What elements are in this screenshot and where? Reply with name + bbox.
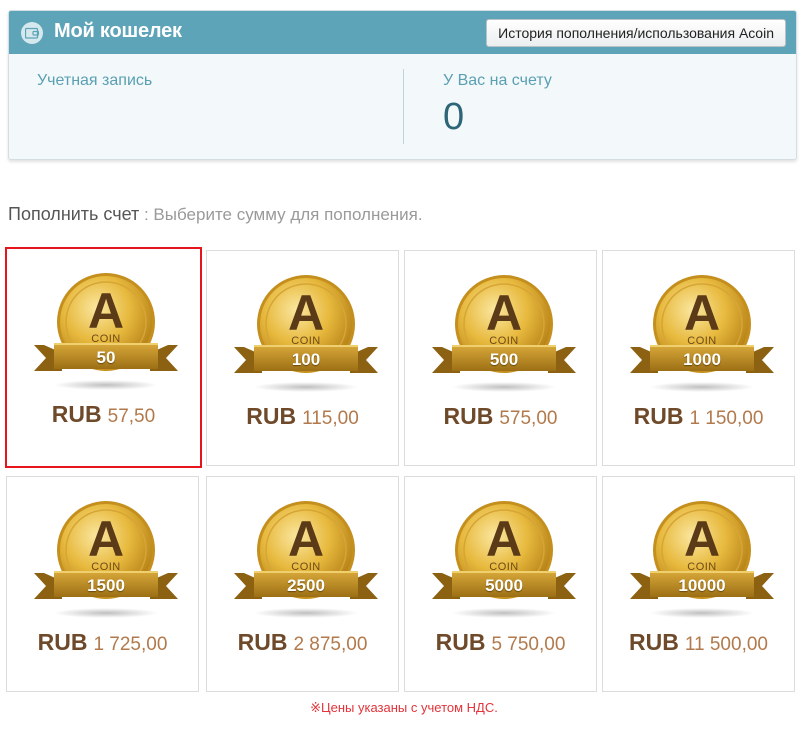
wallet-icon [21, 22, 43, 44]
coin-amount: 500 [489, 350, 519, 369]
history-button[interactable]: История пополнения/использования Acoin [486, 19, 786, 47]
coin-letter: A [287, 285, 325, 341]
package-price: RUB 57,50 [7, 401, 200, 428]
price-currency: RUB [435, 629, 486, 655]
coin-package-card[interactable]: A COIN 10000 RUB 11 500,00 [602, 476, 795, 692]
wallet-header: Мой кошелек История пополнения/использов… [9, 11, 796, 54]
coin-letter: A [87, 511, 125, 567]
balance-value: 0 [443, 96, 465, 138]
price-value: 575,00 [499, 408, 558, 429]
package-price: RUB 11 500,00 [603, 629, 794, 656]
coin-amount: 50 [96, 348, 116, 367]
coin-package-card[interactable]: A COIN 1500 RUB 1 725,00 [6, 476, 199, 692]
price-currency: RUB [51, 401, 102, 427]
wallet-panel: Мой кошелек История пополнения/использов… [8, 10, 797, 160]
coin-amount: 5000 [485, 576, 523, 595]
package-price: RUB 1 150,00 [603, 403, 794, 430]
price-value: 11 500,00 [684, 634, 768, 655]
coin-letter: A [287, 511, 325, 567]
coin-letter: A [87, 283, 125, 339]
coin-word: COIN [489, 561, 519, 573]
price-value: 1 150,00 [689, 408, 764, 429]
topup-hint: : Выберите сумму для пополнения. [139, 205, 423, 224]
coin-package-card[interactable]: A COIN 1000 RUB 1 150,00 [602, 250, 795, 466]
coin-letter: A [683, 511, 721, 567]
coin-package-card[interactable]: A COIN 500 RUB 575,00 [404, 250, 597, 466]
divider [403, 69, 404, 144]
acoin-icon: A COIN 1000 [630, 274, 774, 394]
coin-amount: 100 [291, 350, 321, 369]
price-currency: RUB [37, 629, 88, 655]
coin-package-card[interactable]: A COIN 50 RUB 57,50 [5, 247, 202, 468]
price-value: 1 725,00 [93, 634, 168, 655]
package-price: RUB 5 750,00 [405, 629, 596, 656]
acoin-icon: A COIN 5000 [432, 500, 576, 620]
coin-amount: 1000 [683, 350, 721, 369]
coin-word: COIN [91, 561, 121, 573]
topup-title: Пополнить счет [8, 204, 140, 224]
topup-heading: Пополнить счет : Выберите сумму для попо… [8, 204, 423, 225]
account-label: Учетная запись [37, 72, 153, 89]
coin-package-card[interactable]: A COIN 2500 RUB 2 875,00 [206, 476, 399, 692]
wallet-body: Учетная запись У Вас на счету 0 [9, 54, 796, 159]
price-currency: RUB [237, 629, 288, 655]
acoin-icon: A COIN 500 [432, 274, 576, 394]
acoin-icon: A COIN 100 [234, 274, 378, 394]
price-value: 5 750,00 [491, 634, 566, 655]
coin-letter: A [683, 285, 721, 341]
package-price: RUB 1 725,00 [7, 629, 198, 656]
coin-word: COIN [687, 561, 717, 573]
coin-word: COIN [291, 335, 321, 347]
coin-letter: A [485, 511, 523, 567]
price-currency: RUB [629, 629, 679, 655]
coin-word: COIN [91, 333, 121, 345]
coin-letter: A [485, 285, 523, 341]
coin-word: COIN [291, 561, 321, 573]
price-currency: RUB [246, 403, 297, 429]
acoin-icon: A COIN 2500 [234, 500, 378, 620]
price-currency: RUB [633, 403, 684, 429]
coin-amount: 10000 [678, 576, 726, 595]
acoin-icon: A COIN 10000 [630, 500, 774, 620]
coin-amount: 1500 [87, 576, 125, 595]
acoin-icon: A COIN 1500 [34, 500, 178, 620]
wallet-title: Мой кошелек [54, 20, 182, 42]
coin-amount: 2500 [287, 576, 325, 595]
coin-package-card[interactable]: A COIN 5000 RUB 5 750,00 [404, 476, 597, 692]
price-value: 2 875,00 [293, 634, 368, 655]
price-value: 57,50 [107, 406, 156, 427]
price-currency: RUB [443, 403, 494, 429]
package-price: RUB 115,00 [207, 403, 398, 430]
coin-word: COIN [489, 335, 519, 347]
price-value: 115,00 [302, 408, 359, 429]
coin-word: COIN [687, 335, 717, 347]
package-price: RUB 2 875,00 [207, 629, 398, 656]
balance-label: У Вас на счету [443, 72, 552, 89]
package-price: RUB 575,00 [405, 403, 596, 430]
vat-note: ※Цены указаны с учетом НДС. [310, 700, 498, 715]
coin-package-card[interactable]: A COIN 100 RUB 115,00 [206, 250, 399, 466]
acoin-icon: A COIN 50 [34, 272, 178, 392]
